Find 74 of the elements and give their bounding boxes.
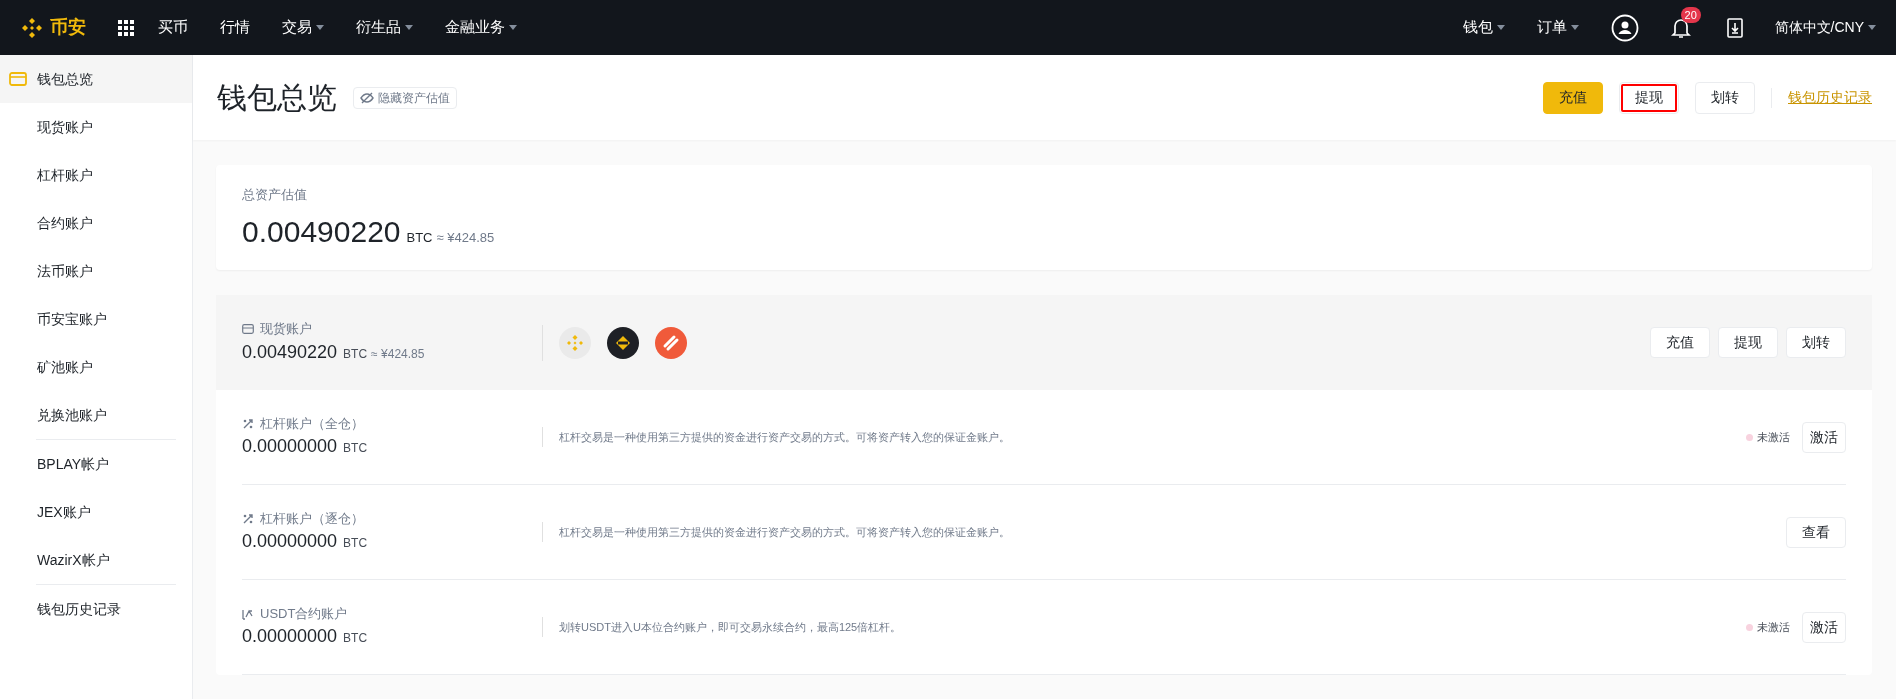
caret-icon [509,25,517,30]
status-label: 未激活 [1757,619,1790,635]
fiat-estimate: ≈ ¥424.85 [371,345,425,363]
caret-icon [1570,25,1579,30]
caret-icon [316,25,324,30]
currency-unit: BTC [343,630,368,648]
coin-icon [655,326,687,359]
account-balance: 0.00000000 [242,435,338,459]
chart-arrow-icon [242,607,254,620]
hide-balance-toggle[interactable]: 隐藏资产估值 [353,86,457,109]
account-name: USDT合约账户 [260,604,348,623]
account-name: 杠杆账户（逐仓） [260,509,364,528]
sidebar-item[interactable]: 法币账户 [0,247,192,295]
sidebar-item[interactable]: 矿池账户 [0,343,192,391]
account-balance: 0.00000000 [242,625,338,649]
sidebar-item[interactable]: 杠杆账户 [0,151,192,199]
account-action-button[interactable]: 划转 [1786,327,1846,358]
apps-grid-icon[interactable] [118,19,134,36]
logo-text: 币安 [50,16,86,39]
action-button[interactable]: 充值 [1543,81,1603,114]
account-action-button[interactable]: 激活 [1802,611,1846,643]
notification-badge: 20 [1680,6,1701,23]
logo-icon [20,15,44,40]
percent-icon [242,512,254,525]
sidebar-item[interactable]: 合约账户 [0,199,192,247]
nav-link[interactable]: 买币 [158,16,188,39]
action-button[interactable]: 提现 [1619,81,1679,114]
sidebar-item[interactable]: BPLAY帐户 [0,440,192,488]
currency-unit: BTC [406,228,433,247]
sidebar-item[interactable]: 钱包历史记录 [0,585,192,633]
currency-unit: BTC [343,345,368,363]
sidebar-item[interactable]: 现货账户 [0,103,192,151]
action-button[interactable]: 划转 [1695,81,1755,114]
account-name: 杠杆账户（全仓） [260,414,364,433]
page-title: 钱包总览 [217,80,337,116]
coin-icon [559,326,591,359]
download-icon[interactable] [1726,17,1743,38]
nav-link[interactable]: 行情 [220,16,250,39]
user-avatar-icon[interactable] [1610,13,1639,42]
wallet-icon [9,72,27,86]
eye-off-icon [360,91,374,104]
status-label: 未激活 [1757,429,1790,445]
account-action-button[interactable]: 查看 [1786,516,1846,548]
nav-link[interactable]: 衍生品 [356,16,413,39]
account-description: 划转USDT进入U本位合约账户，即可交易永续合约，最高125倍杠杆。 [559,619,903,635]
percent-icon [242,417,254,430]
total-balance-label: 总资产估值 [242,186,308,204]
account-balance: 0.00000000 [242,530,338,554]
account-action-button[interactable]: 充值 [1650,327,1710,358]
currency-unit: BTC [343,440,368,458]
sidebar-item[interactable]: 币安宝账户 [0,295,192,343]
nav-menu[interactable]: 钱包 [1462,16,1505,39]
total-balance-amount: 0.00490220 [242,213,401,250]
account-description: 杠杆交易是一种使用第三方提供的资金进行资产交易的方式。可将资产转入您的保证金账户。 [559,429,1011,445]
language-selector[interactable]: 简体中文/CNY [1774,17,1876,38]
account-action-button[interactable]: 激活 [1802,421,1846,453]
sidebar-item[interactable]: 钱包总览 [0,55,192,103]
account-name: 现货账户 [260,320,312,339]
nav-link[interactable]: 交易 [282,16,324,39]
currency-unit: BTC [343,535,368,553]
caret-icon [1868,25,1876,30]
sidebar-item[interactable]: 兑换池账户 [0,391,192,439]
coin-icon [607,326,639,359]
caret-icon [405,25,413,30]
sidebar-item[interactable]: WazirX帐户 [0,536,192,584]
wallet-icon [242,324,254,334]
nav-link[interactable]: 金融业务 [445,16,517,39]
account-action-button[interactable]: 提现 [1718,327,1778,358]
sidebar-item[interactable]: JEX账户 [0,488,192,536]
account-description: 杠杆交易是一种使用第三方提供的资金进行资产交易的方式。可将资产转入您的保证金账户。 [559,524,1011,540]
caret-icon [1496,25,1505,30]
nav-menu[interactable]: 订单 [1536,16,1579,39]
account-balance: 0.00490220 [242,340,338,364]
fiat-estimate: ≈ ¥424.85 [436,228,495,247]
